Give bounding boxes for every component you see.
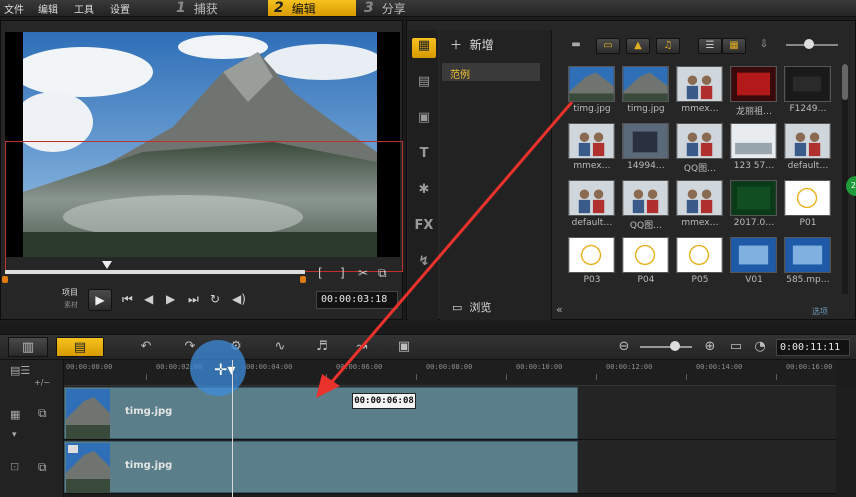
media-thumbnail[interactable] bbox=[676, 237, 723, 273]
media-label: timg.jpg bbox=[627, 104, 665, 114]
media-label: mmex… bbox=[681, 104, 719, 114]
media-label: 2017.0… bbox=[733, 218, 775, 228]
media-label: 123 57… bbox=[733, 161, 775, 171]
media-label: timg.jpg bbox=[573, 104, 611, 114]
media-thumbnail[interactable] bbox=[784, 66, 831, 102]
media-label: 龙丽祖… bbox=[735, 107, 772, 117]
media-thumbnail[interactable] bbox=[568, 123, 615, 159]
media-label: QQ图… bbox=[629, 221, 663, 231]
media-thumbnail[interactable] bbox=[784, 123, 831, 159]
media-thumbnail[interactable] bbox=[568, 66, 615, 102]
media-thumbnail[interactable] bbox=[622, 237, 669, 273]
media-label: P04 bbox=[637, 275, 655, 285]
media-thumbnail[interactable] bbox=[730, 237, 777, 273]
media-label: P01 bbox=[799, 218, 817, 228]
media-label: P03 bbox=[583, 275, 601, 285]
media-thumbnail[interactable] bbox=[676, 123, 723, 159]
media-label: V01 bbox=[745, 275, 763, 285]
media-label: mmex… bbox=[681, 218, 719, 228]
media-thumbnail[interactable] bbox=[676, 66, 723, 102]
media-thumbnail[interactable] bbox=[784, 180, 831, 216]
media-label: 585.mp… bbox=[786, 275, 830, 285]
media-label: P05 bbox=[691, 275, 709, 285]
media-thumbnail[interactable] bbox=[622, 180, 669, 216]
media-label: default… bbox=[787, 161, 829, 171]
media-thumbnail[interactable] bbox=[622, 66, 669, 102]
media-label: default… bbox=[571, 218, 613, 228]
media-thumbnail[interactable] bbox=[730, 66, 777, 102]
media-label: 14994… bbox=[627, 161, 665, 171]
media-thumbnail[interactable] bbox=[622, 123, 669, 159]
media-thumbnail[interactable] bbox=[730, 123, 777, 159]
media-thumbnail[interactable] bbox=[784, 237, 831, 273]
media-label: F1249… bbox=[789, 104, 827, 114]
media-thumbnail[interactable] bbox=[568, 180, 615, 216]
media-label: mmex… bbox=[573, 161, 611, 171]
media-label: QQ图… bbox=[683, 164, 717, 174]
media-thumbnail[interactable] bbox=[730, 180, 777, 216]
media-thumbnail[interactable] bbox=[676, 180, 723, 216]
media-thumbnail[interactable] bbox=[568, 237, 615, 273]
annotation-arrow bbox=[316, 101, 574, 398]
arrow-shaft bbox=[328, 101, 574, 385]
